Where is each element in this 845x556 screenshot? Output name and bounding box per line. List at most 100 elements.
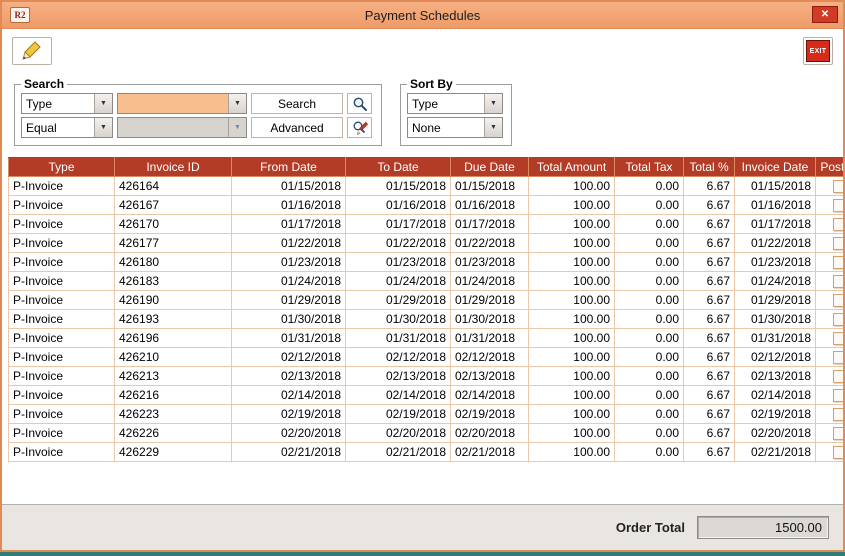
- search-field-select[interactable]: Type ▼: [21, 93, 113, 114]
- cell-to-date: 01/23/2018: [346, 253, 451, 272]
- table-row[interactable]: P-Invoice42622602/20/201802/20/201802/20…: [9, 424, 845, 443]
- posted-checkbox[interactable]: [833, 427, 845, 440]
- table-row[interactable]: P-Invoice42621302/13/201802/13/201802/13…: [9, 367, 845, 386]
- footer-bar: Order Total 1500.00: [2, 504, 843, 550]
- cell-type: P-Invoice: [9, 253, 115, 272]
- cell-to-date: 01/16/2018: [346, 196, 451, 215]
- cell-type: P-Invoice: [9, 386, 115, 405]
- find-button[interactable]: [347, 93, 372, 114]
- sort-secondary-select[interactable]: None ▼: [407, 117, 503, 138]
- posted-checkbox[interactable]: [833, 275, 845, 288]
- posted-checkbox[interactable]: [833, 389, 845, 402]
- magnifier-icon: [352, 96, 368, 112]
- cell-total-amount: 100.00: [529, 177, 615, 196]
- window-title: Payment Schedules: [2, 8, 843, 23]
- advanced-button[interactable]: Advanced: [251, 117, 343, 138]
- magnifier-pencil-icon: [352, 120, 368, 136]
- cell-total-tax: 0.00: [615, 443, 684, 462]
- search-button[interactable]: Search: [251, 93, 343, 114]
- column-header-total-tax[interactable]: Total Tax: [615, 158, 684, 177]
- search-operator-select[interactable]: Equal ▼: [21, 117, 113, 138]
- cell-invoice-id: 426180: [115, 253, 232, 272]
- table-header-row: TypeInvoice IDFrom DateTo DateDue DateTo…: [9, 158, 845, 177]
- cell-from-date: 02/13/2018: [232, 367, 346, 386]
- cell-invoice-date: 01/29/2018: [735, 291, 816, 310]
- titlebar[interactable]: R2 Payment Schedules ✕: [2, 2, 843, 29]
- advanced-find-button[interactable]: [347, 117, 372, 138]
- posted-checkbox[interactable]: [833, 180, 845, 193]
- exit-icon: EXIT: [806, 40, 830, 62]
- table-row[interactable]: P-Invoice42622302/19/201802/19/201802/19…: [9, 405, 845, 424]
- posted-checkbox[interactable]: [833, 408, 845, 421]
- column-header-from-date[interactable]: From Date: [232, 158, 346, 177]
- cell-total-amount: 100.00: [529, 348, 615, 367]
- posted-checkbox[interactable]: [833, 370, 845, 383]
- cell-from-date: 01/15/2018: [232, 177, 346, 196]
- cell-from-date: 01/17/2018: [232, 215, 346, 234]
- cell-due-date: 01/22/2018: [451, 234, 529, 253]
- cell-total-tax: 0.00: [615, 215, 684, 234]
- table-row[interactable]: P-Invoice42619001/29/201801/29/201801/29…: [9, 291, 845, 310]
- cell-invoice-date: 02/13/2018: [735, 367, 816, 386]
- cell-posted: [816, 405, 845, 424]
- cell-total-amount: 100.00: [529, 253, 615, 272]
- posted-checkbox[interactable]: [833, 256, 845, 269]
- cell-invoice-id: 426190: [115, 291, 232, 310]
- chevron-down-icon[interactable]: ▼: [484, 94, 502, 113]
- sort-primary-select[interactable]: Type ▼: [407, 93, 503, 114]
- posted-checkbox[interactable]: [833, 351, 845, 364]
- cell-type: P-Invoice: [9, 424, 115, 443]
- exit-button[interactable]: EXIT: [803, 37, 833, 65]
- cell-total-tax: 0.00: [615, 329, 684, 348]
- posted-checkbox[interactable]: [833, 313, 845, 326]
- chevron-down-icon[interactable]: ▼: [228, 94, 246, 113]
- cell-due-date: 01/17/2018: [451, 215, 529, 234]
- cell-to-date: 02/12/2018: [346, 348, 451, 367]
- column-header-invoice-date[interactable]: Invoice Date: [735, 158, 816, 177]
- table-row[interactable]: P-Invoice42618001/23/201801/23/201801/23…: [9, 253, 845, 272]
- column-header-total-percent[interactable]: Total %: [684, 158, 735, 177]
- column-header-due-date[interactable]: Due Date: [451, 158, 529, 177]
- posted-checkbox[interactable]: [833, 237, 845, 250]
- edit-button[interactable]: [12, 37, 52, 65]
- column-header-type[interactable]: Type: [9, 158, 115, 177]
- chevron-down-icon[interactable]: ▼: [94, 94, 112, 113]
- posted-checkbox[interactable]: [833, 218, 845, 231]
- chevron-down-icon[interactable]: ▼: [94, 118, 112, 137]
- cell-posted: [816, 310, 845, 329]
- posted-checkbox[interactable]: [833, 199, 845, 212]
- posted-checkbox[interactable]: [833, 332, 845, 345]
- cell-type: P-Invoice: [9, 405, 115, 424]
- results-table: TypeInvoice IDFrom DateTo DateDue DateTo…: [8, 157, 837, 462]
- cell-invoice-date: 02/12/2018: [735, 348, 816, 367]
- column-header-to-date[interactable]: To Date: [346, 158, 451, 177]
- table-row[interactable]: P-Invoice42619601/31/201801/31/201801/31…: [9, 329, 845, 348]
- table-row[interactable]: P-Invoice42618301/24/201801/24/201801/24…: [9, 272, 845, 291]
- column-header-total-amount[interactable]: Total Amount: [529, 158, 615, 177]
- cell-total-percent: 6.67: [684, 234, 735, 253]
- chevron-down-icon[interactable]: ▼: [484, 118, 502, 137]
- cell-invoice-date: 01/31/2018: [735, 329, 816, 348]
- cell-total-tax: 0.00: [615, 348, 684, 367]
- cell-total-tax: 0.00: [615, 272, 684, 291]
- app-logo-icon: R2: [10, 7, 30, 23]
- cell-total-amount: 100.00: [529, 329, 615, 348]
- cell-from-date: 01/22/2018: [232, 234, 346, 253]
- table-row[interactable]: P-Invoice42617701/22/201801/22/201801/22…: [9, 234, 845, 253]
- table-row[interactable]: P-Invoice42621602/14/201802/14/201802/14…: [9, 386, 845, 405]
- cell-type: P-Invoice: [9, 215, 115, 234]
- table-row[interactable]: P-Invoice42622902/21/201802/21/201802/21…: [9, 443, 845, 462]
- table-row[interactable]: P-Invoice42617001/17/201801/17/201801/17…: [9, 215, 845, 234]
- search-value-input[interactable]: ▼: [117, 93, 247, 114]
- close-button[interactable]: ✕: [812, 6, 838, 23]
- table-row[interactable]: P-Invoice42616701/16/201801/16/201801/16…: [9, 196, 845, 215]
- cell-from-date: 01/30/2018: [232, 310, 346, 329]
- posted-checkbox[interactable]: [833, 446, 845, 459]
- posted-checkbox[interactable]: [833, 294, 845, 307]
- column-header-posted[interactable]: Posted: [816, 158, 845, 177]
- column-header-invoice-id[interactable]: Invoice ID: [115, 158, 232, 177]
- cell-to-date: 02/14/2018: [346, 386, 451, 405]
- table-row[interactable]: P-Invoice42619301/30/201801/30/201801/30…: [9, 310, 845, 329]
- table-row[interactable]: P-Invoice42616401/15/201801/15/201801/15…: [9, 177, 845, 196]
- table-row[interactable]: P-Invoice42621002/12/201802/12/201802/12…: [9, 348, 845, 367]
